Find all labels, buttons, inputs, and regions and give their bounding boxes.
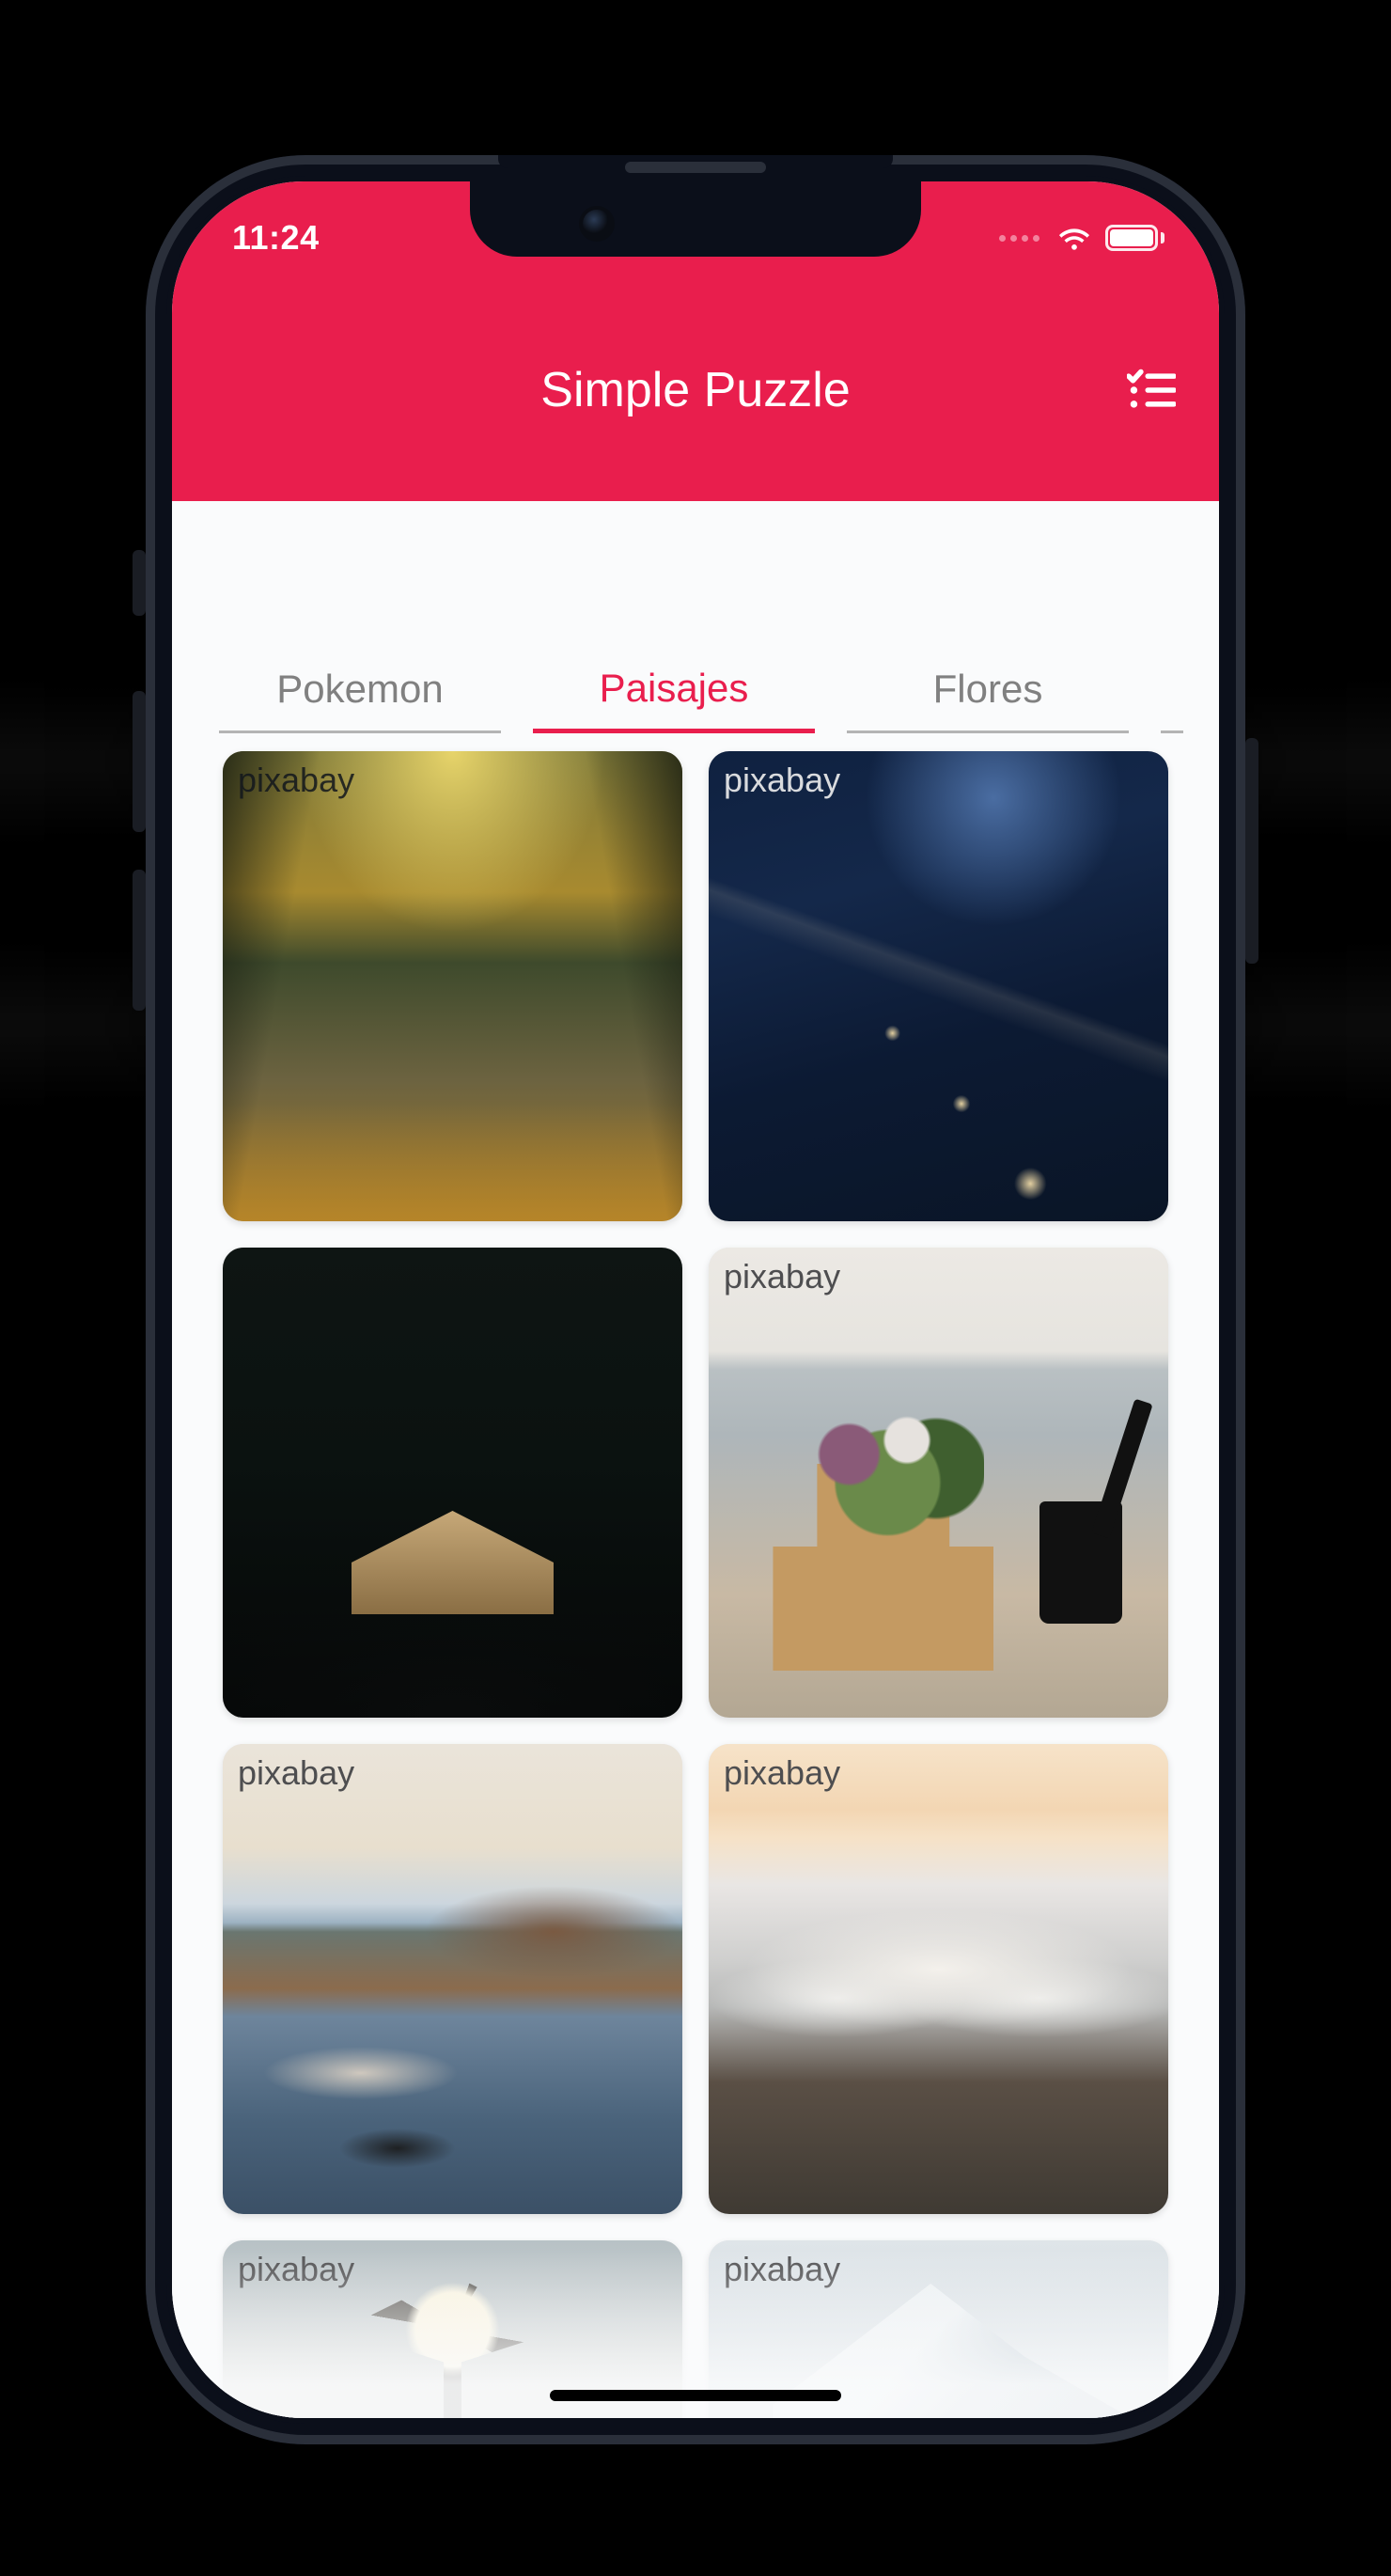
card-source-label: pixabay (724, 1753, 840, 1793)
tab-paisajes[interactable]: Paisajes (533, 647, 815, 733)
card-source-label: pixabay (238, 2250, 354, 2289)
volume-up-button (133, 691, 146, 832)
content-area: Pokemon Paisajes Flores pixabay pixabay (172, 501, 1219, 2418)
front-camera (583, 210, 611, 238)
volume-down-button (133, 870, 146, 1011)
page-title: Simple Puzzle (172, 362, 1219, 418)
card-image (709, 1248, 1168, 1718)
card-image (223, 1248, 682, 1718)
cellular-dots-icon (999, 235, 1039, 242)
home-indicator[interactable] (550, 2390, 841, 2401)
checklist-icon (1127, 369, 1176, 412)
phone-frame: 11:24 Simple Puzzle (146, 155, 1245, 2444)
puzzle-card[interactable] (223, 1248, 682, 1718)
card-source-label: pixabay (238, 761, 354, 800)
nav-bar: Simple Puzzle (172, 343, 1219, 437)
category-tabs: Pokemon Paisajes Flores (219, 647, 1219, 733)
card-source-label: pixabay (724, 1257, 840, 1296)
mute-switch (133, 550, 146, 616)
image-grid[interactable]: pixabay pixabay pixabay (223, 751, 1168, 2418)
phone-speaker-bar (498, 155, 893, 168)
card-source-label: pixabay (238, 1753, 354, 1793)
phone-speaker (625, 162, 766, 173)
puzzle-card[interactable]: pixabay (709, 1248, 1168, 1718)
tab-more[interactable] (1161, 647, 1183, 733)
screen: 11:24 Simple Puzzle (172, 181, 1219, 2418)
tab-label: Paisajes (600, 666, 749, 711)
tab-label: Pokemon (276, 667, 443, 712)
battery-icon (1105, 225, 1164, 251)
checklist-button[interactable] (1123, 362, 1180, 418)
card-source-label: pixabay (724, 2250, 840, 2289)
card-image (709, 1744, 1168, 2214)
puzzle-card[interactable]: pixabay (223, 751, 682, 1221)
puzzle-card[interactable]: pixabay (223, 1744, 682, 2214)
tab-label: Flores (933, 667, 1043, 712)
card-image (223, 751, 682, 1221)
card-image (223, 1744, 682, 2214)
puzzle-card[interactable]: pixabay (709, 751, 1168, 1221)
tab-pokemon[interactable]: Pokemon (219, 647, 501, 733)
puzzle-card[interactable]: pixabay (709, 1744, 1168, 2214)
wifi-icon (1056, 224, 1092, 252)
status-indicators (999, 224, 1164, 252)
card-source-label: pixabay (724, 761, 840, 800)
power-button (1245, 738, 1258, 964)
status-time: 11:24 (232, 218, 320, 258)
notch (470, 181, 921, 257)
card-image (709, 751, 1168, 1221)
tab-flores[interactable]: Flores (847, 647, 1129, 733)
